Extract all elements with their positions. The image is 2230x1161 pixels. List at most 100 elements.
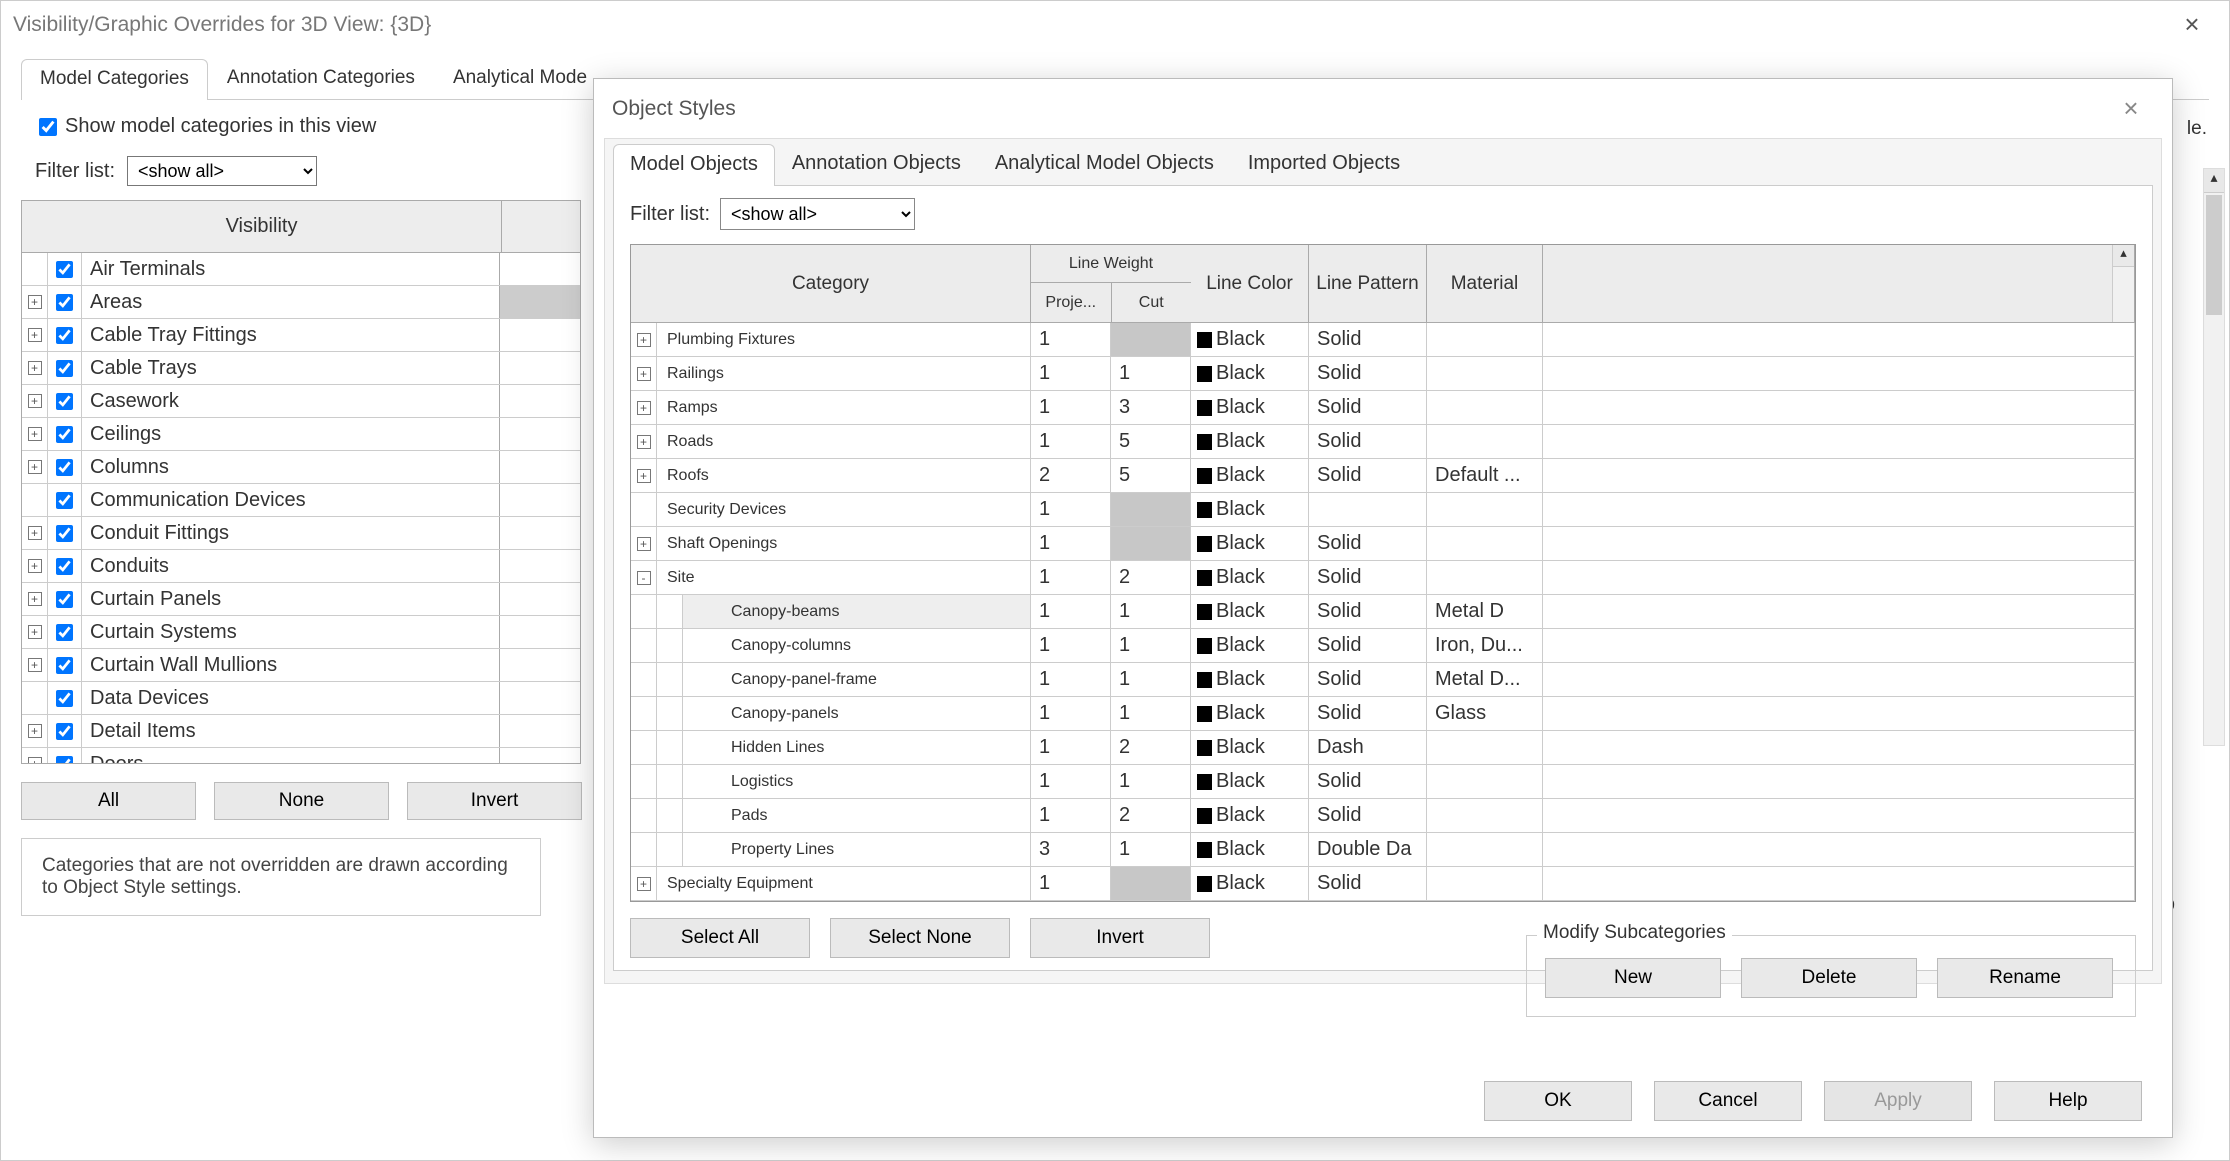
cut-weight-cell[interactable]: 1 xyxy=(1111,595,1191,628)
vg-category-row[interactable]: +Columns xyxy=(22,451,580,484)
expand-icon[interactable]: + xyxy=(631,867,657,900)
vg-close-icon[interactable]: × xyxy=(2167,9,2217,40)
scroll-thumb[interactable] xyxy=(2206,195,2222,315)
os-invert-button[interactable]: Invert xyxy=(1030,918,1210,958)
tab-model-categories[interactable]: Model Categories xyxy=(21,59,208,100)
category-checkbox[interactable] xyxy=(48,319,82,351)
override-cell[interactable] xyxy=(500,616,580,648)
vg-category-row[interactable]: +Doors xyxy=(22,748,580,763)
os-category-row[interactable]: Canopy-beams11BlackSolidMetal D xyxy=(631,595,2135,629)
material-cell[interactable] xyxy=(1427,425,1543,458)
category-checkbox[interactable] xyxy=(48,418,82,450)
vg-category-row[interactable]: +Cable Trays xyxy=(22,352,580,385)
line-color-cell[interactable]: Black xyxy=(1191,357,1309,390)
override-cell[interactable] xyxy=(500,319,580,351)
override-cell[interactable] xyxy=(500,550,580,582)
category-checkbox[interactable] xyxy=(48,616,82,648)
expand-icon[interactable]: + xyxy=(22,451,48,483)
tab-model-objects[interactable]: Model Objects xyxy=(613,144,775,186)
projection-weight-cell[interactable]: 3 xyxy=(1031,833,1111,866)
line-color-cell[interactable]: Black xyxy=(1191,629,1309,662)
expand-icon[interactable]: + xyxy=(22,550,48,582)
line-color-cell[interactable]: Black xyxy=(1191,425,1309,458)
line-color-cell[interactable]: Black xyxy=(1191,323,1309,356)
projection-weight-cell[interactable]: 1 xyxy=(1031,323,1111,356)
category-checkbox[interactable] xyxy=(48,286,82,318)
line-pattern-cell[interactable]: Dash xyxy=(1309,731,1427,764)
ok-button[interactable]: OK xyxy=(1484,1081,1632,1121)
show-categories-checkbox[interactable] xyxy=(39,118,57,136)
material-cell[interactable]: Iron, Du... xyxy=(1427,629,1543,662)
scroll-up-icon[interactable]: ▴ xyxy=(2204,169,2224,193)
material-cell[interactable] xyxy=(1427,323,1543,356)
category-checkbox[interactable] xyxy=(48,583,82,615)
category-checkbox[interactable] xyxy=(48,682,82,714)
projection-weight-cell[interactable]: 1 xyxy=(1031,425,1111,458)
tab-analytical-model[interactable]: Analytical Mode xyxy=(434,58,606,99)
expand-icon[interactable]: + xyxy=(631,391,657,424)
line-pattern-cell[interactable]: Solid xyxy=(1309,357,1427,390)
line-pattern-cell[interactable]: Solid xyxy=(1309,425,1427,458)
line-color-cell[interactable]: Black xyxy=(1191,391,1309,424)
vg-scrollbar[interactable]: ▴ xyxy=(2203,168,2225,746)
category-checkbox[interactable] xyxy=(48,550,82,582)
line-color-cell[interactable]: Black xyxy=(1191,799,1309,832)
projection-weight-cell[interactable]: 1 xyxy=(1031,799,1111,832)
override-cell[interactable] xyxy=(500,451,580,483)
cut-weight-cell[interactable]: 2 xyxy=(1111,799,1191,832)
material-cell[interactable]: Metal D... xyxy=(1427,663,1543,696)
line-pattern-cell[interactable]: Solid xyxy=(1309,561,1427,594)
material-cell[interactable] xyxy=(1427,357,1543,390)
select-all-button[interactable]: Select All xyxy=(630,918,810,958)
line-pattern-cell[interactable]: Solid xyxy=(1309,527,1427,560)
line-pattern-cell[interactable]: Solid xyxy=(1309,595,1427,628)
category-checkbox[interactable] xyxy=(48,517,82,549)
os-category-row[interactable]: Pads12BlackSolid xyxy=(631,799,2135,833)
expand-icon[interactable]: + xyxy=(631,527,657,560)
expand-icon[interactable]: + xyxy=(631,459,657,492)
vg-category-row[interactable]: Communication Devices xyxy=(22,484,580,517)
cut-weight-cell[interactable]: 1 xyxy=(1111,663,1191,696)
projection-weight-cell[interactable]: 1 xyxy=(1031,663,1111,696)
category-checkbox[interactable] xyxy=(48,484,82,516)
line-pattern-cell[interactable]: Solid xyxy=(1309,697,1427,730)
line-color-cell[interactable]: Black xyxy=(1191,765,1309,798)
expand-icon[interactable]: + xyxy=(22,286,48,318)
override-cell[interactable] xyxy=(500,484,580,516)
os-category-row[interactable]: Canopy-columns11BlackSolidIron, Du... xyxy=(631,629,2135,663)
expand-icon[interactable]: + xyxy=(22,418,48,450)
vg-category-row[interactable]: +Ceilings xyxy=(22,418,580,451)
all-button[interactable]: All xyxy=(21,782,196,820)
tab-imported-objects[interactable]: Imported Objects xyxy=(1231,143,1417,185)
delete-button[interactable]: Delete xyxy=(1741,958,1917,998)
line-pattern-cell[interactable]: Solid xyxy=(1309,459,1427,492)
projection-weight-cell[interactable]: 1 xyxy=(1031,595,1111,628)
projection-weight-cell[interactable]: 1 xyxy=(1031,629,1111,662)
os-category-row[interactable]: +Specialty Equipment1BlackSolid xyxy=(631,867,2135,901)
os-category-row[interactable]: Property Lines31BlackDouble Da xyxy=(631,833,2135,867)
os-filter-select[interactable]: <show all> xyxy=(720,198,915,230)
projection-weight-cell[interactable]: 1 xyxy=(1031,867,1111,900)
line-pattern-cell[interactable]: Solid xyxy=(1309,663,1427,696)
cut-weight-cell[interactable]: 2 xyxy=(1111,731,1191,764)
expand-icon[interactable]: + xyxy=(22,715,48,747)
expand-icon[interactable]: + xyxy=(22,319,48,351)
expand-icon[interactable]: + xyxy=(22,352,48,384)
override-cell[interactable] xyxy=(500,682,580,714)
os-close-icon[interactable]: × xyxy=(2108,93,2154,124)
line-pattern-cell[interactable]: Solid xyxy=(1309,391,1427,424)
vg-category-row[interactable]: +Curtain Wall Mullions xyxy=(22,649,580,682)
cut-weight-cell[interactable]: 1 xyxy=(1111,833,1191,866)
override-cell[interactable] xyxy=(500,253,580,285)
tab-annotation-objects[interactable]: Annotation Objects xyxy=(775,143,978,185)
scroll-up-icon[interactable]: ▴ xyxy=(2113,245,2134,267)
material-cell[interactable]: Glass xyxy=(1427,697,1543,730)
expand-icon[interactable]: + xyxy=(22,616,48,648)
expand-icon[interactable]: + xyxy=(22,748,48,763)
line-color-cell[interactable]: Black xyxy=(1191,663,1309,696)
cut-weight-cell[interactable]: 5 xyxy=(1111,459,1191,492)
category-checkbox[interactable] xyxy=(48,451,82,483)
projection-weight-cell[interactable]: 2 xyxy=(1031,459,1111,492)
line-pattern-cell[interactable]: Solid xyxy=(1309,867,1427,900)
vg-category-row[interactable]: +Conduit Fittings xyxy=(22,517,580,550)
